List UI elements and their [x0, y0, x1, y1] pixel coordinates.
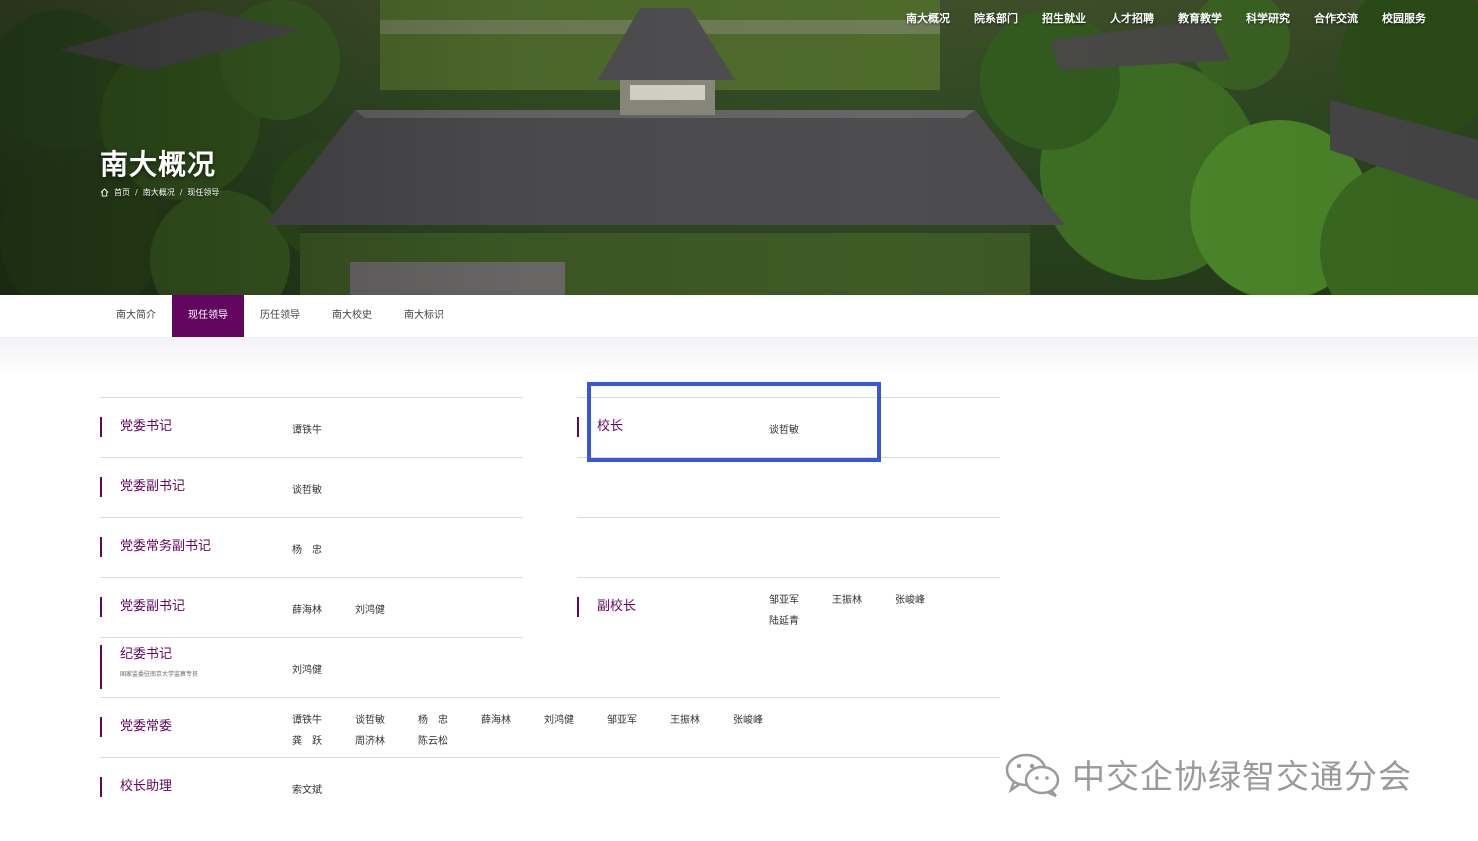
watermark-text: 中交企协绿智交通分会 [1072, 757, 1412, 796]
leader-name[interactable]: 王振林 [832, 591, 862, 606]
role-discipline-secretary: 纪委书记 国家监委驻南京大学监察专员 [100, 645, 198, 689]
topnav-item-campus-services[interactable]: 校园服务 [1370, 10, 1438, 26]
role-label: 纪委书记 [120, 647, 173, 662]
leader-name[interactable]: 邹亚军 [769, 591, 799, 606]
role-standing-committee: 党委常委 [100, 717, 172, 737]
topnav-item-admissions[interactable]: 招生就业 [1030, 10, 1098, 26]
leader-name[interactable]: 陆延青 [769, 612, 799, 627]
leader-name[interactable]: 薛海林 [292, 601, 322, 616]
highlight-box [587, 382, 881, 462]
role-deputy-party-secretary: 党委副书记 [100, 477, 185, 497]
leader-name[interactable]: 邹亚军 [607, 711, 637, 726]
topnav-item-research[interactable]: 科学研究 [1234, 10, 1302, 26]
topnav-item-cooperation[interactable]: 合作交流 [1302, 10, 1370, 26]
leader-name[interactable]: 刘鸿健 [292, 661, 322, 676]
hero-banner: 南大概况 院系部门 招生就业 人才招聘 教育教学 科学研究 合作交流 校园服务 … [0, 0, 1478, 295]
leader-name[interactable]: 杨 忠 [418, 711, 448, 726]
leader-name[interactable]: 薛海林 [481, 711, 511, 726]
leader-name[interactable]: 刘鸿健 [544, 711, 574, 726]
tab-former-leaders[interactable]: 历任领导 [244, 295, 316, 337]
topnav-item-departments[interactable]: 院系部门 [962, 10, 1030, 26]
leader-name[interactable]: 杨 忠 [292, 541, 322, 556]
breadcrumb-separator: / [179, 188, 183, 197]
leader-name[interactable]: 谈哲敏 [292, 481, 322, 496]
leader-name[interactable]: 张峻峰 [733, 711, 763, 726]
breadcrumb-overview[interactable]: 南大概况 [143, 187, 175, 198]
leader-name[interactable]: 张峻峰 [895, 591, 925, 606]
leader-name[interactable]: 周济林 [355, 732, 385, 747]
tab-introduction[interactable]: 南大简介 [100, 295, 172, 337]
leader-name[interactable]: 谭铁牛 [292, 421, 322, 436]
wechat-icon [1005, 753, 1060, 798]
breadcrumb-separator: / [135, 188, 138, 197]
section-tabs: 南大简介 现任领导 历任领导 南大校史 南大标识 [0, 295, 1478, 337]
home-icon[interactable] [100, 188, 109, 197]
topnav-item-education[interactable]: 教育教学 [1166, 10, 1234, 26]
role-deputy-party-secretary-2: 党委副书记 [100, 597, 185, 617]
leader-name[interactable]: 陈云松 [418, 732, 448, 747]
tab-identity[interactable]: 南大标识 [388, 295, 460, 337]
watermark: 中交企协绿智交通分会 [1004, 750, 1412, 798]
role-vice-president: 副校长 [577, 597, 636, 617]
leader-name[interactable]: 王振林 [670, 711, 700, 726]
leader-name[interactable]: 索文斌 [292, 781, 322, 796]
role-note: 国家监委驻南京大学监察专员 [120, 671, 199, 678]
leader-name[interactable]: 谭铁牛 [292, 711, 322, 726]
role-party-secretary: 党委书记 [100, 417, 172, 437]
leader-name[interactable]: 谈哲敏 [355, 711, 385, 726]
tab-current-leaders[interactable]: 现任领导 [172, 295, 244, 337]
breadcrumb: 首页 / 南大概况 / 现任领导 [100, 187, 219, 198]
leader-name[interactable]: 刘鸿健 [355, 601, 385, 616]
top-navigation: 南大概况 院系部门 招生就业 人才招聘 教育教学 科学研究 合作交流 校园服务 [894, 10, 1438, 26]
breadcrumb-home[interactable]: 首页 [114, 187, 130, 198]
tab-history[interactable]: 南大校史 [316, 295, 388, 337]
topnav-item-overview[interactable]: 南大概况 [894, 10, 962, 26]
page-title: 南大概况 [100, 148, 217, 181]
role-executive-deputy-party-secretary: 党委常务副书记 [100, 537, 211, 557]
breadcrumb-current: 现任领导 [187, 188, 220, 197]
topnav-item-recruitment[interactable]: 人才招聘 [1098, 10, 1166, 26]
leader-name[interactable]: 龚 跃 [292, 732, 322, 747]
role-president-assistant: 校长助理 [100, 777, 172, 797]
